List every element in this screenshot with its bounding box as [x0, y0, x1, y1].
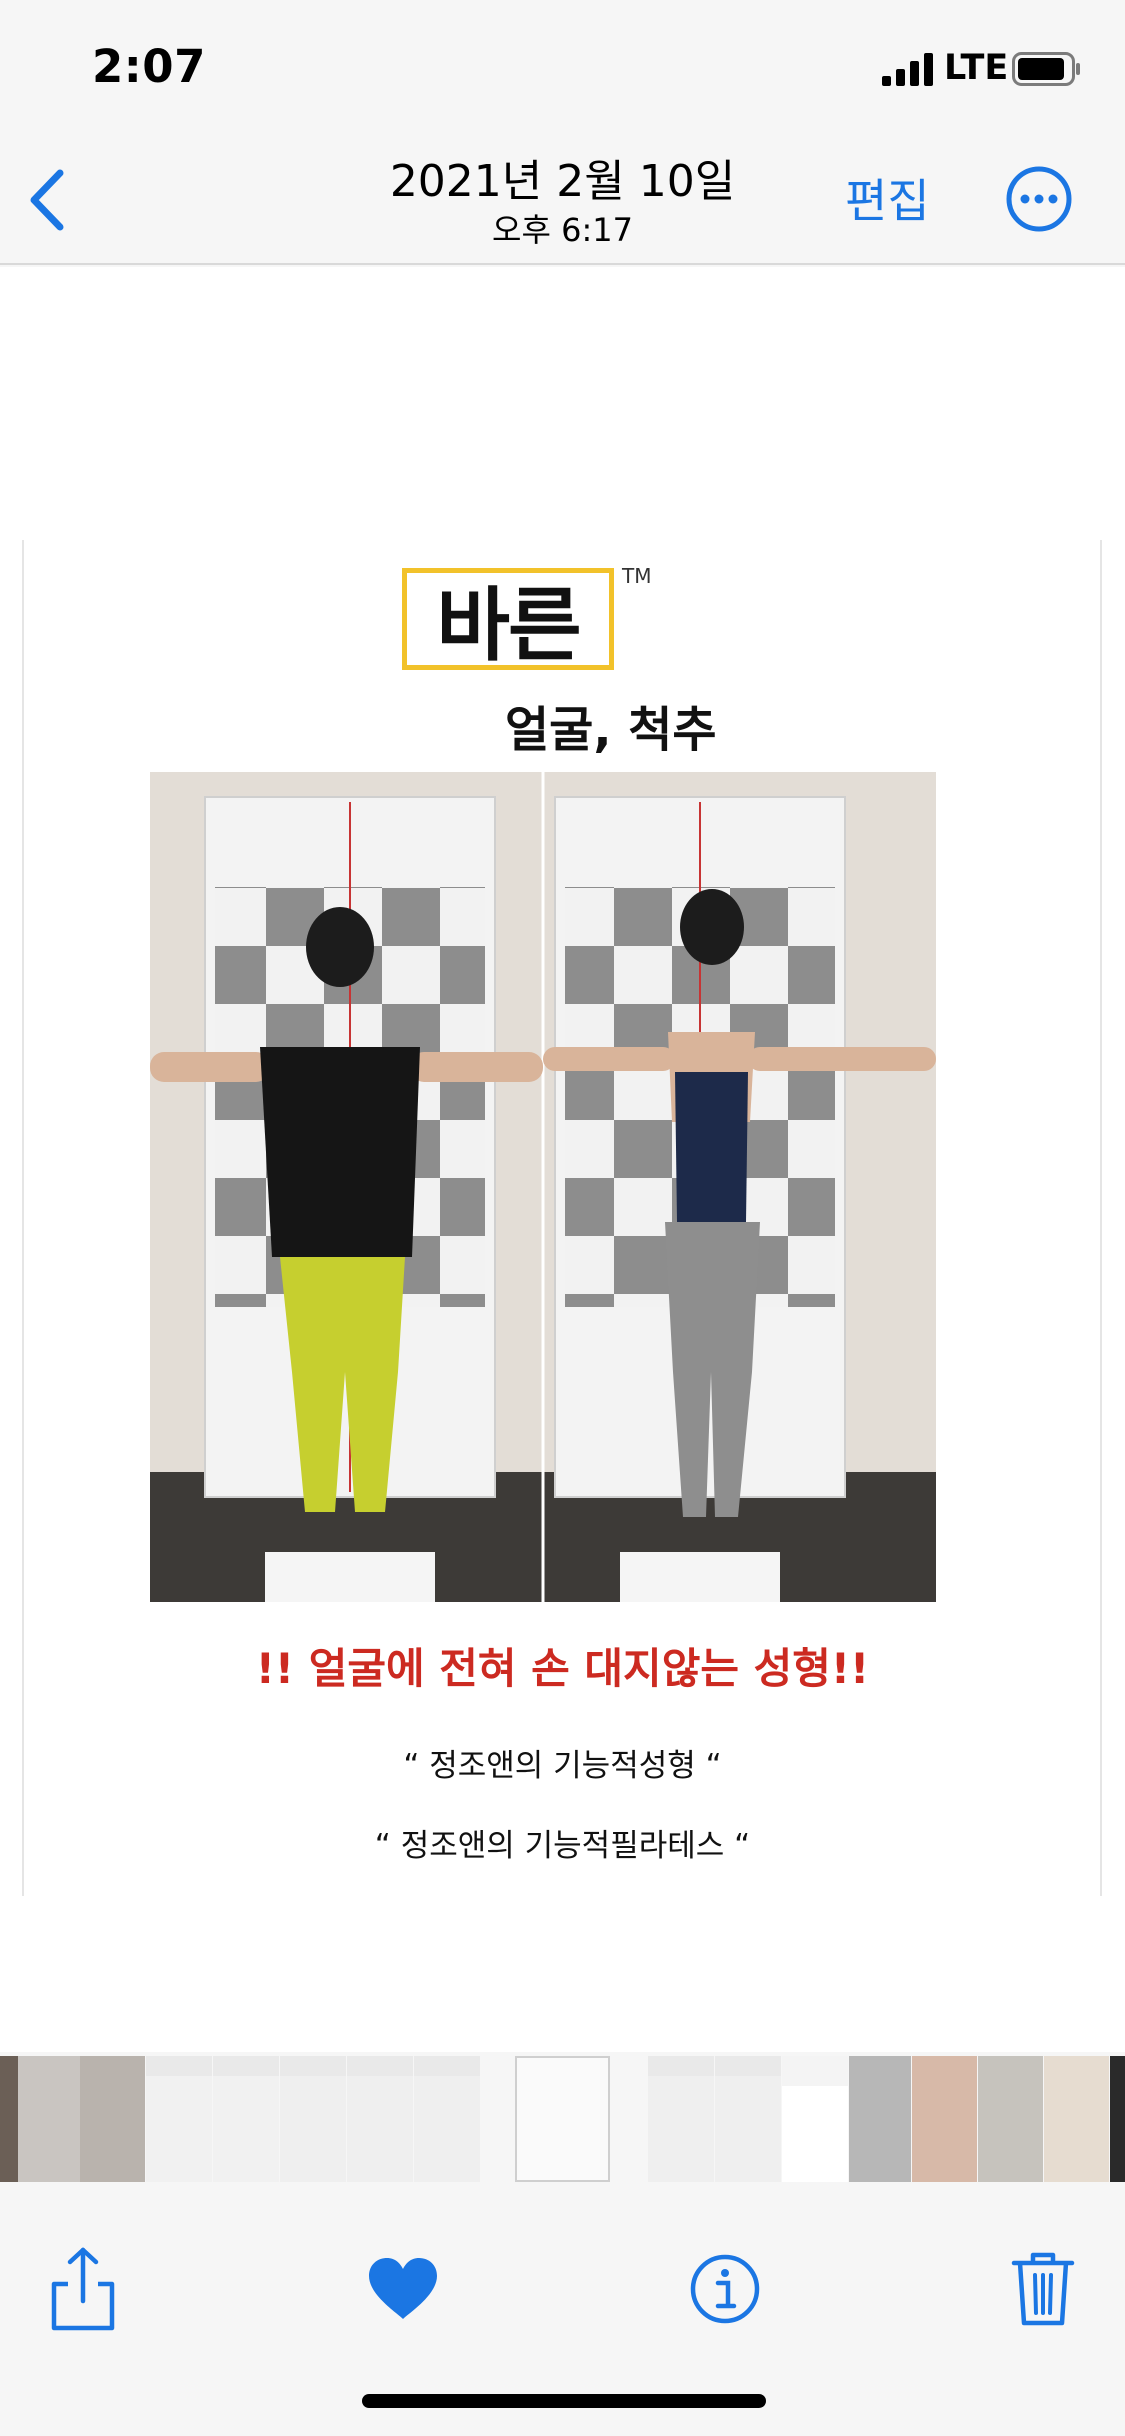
photo-headline: !! 얼굴에 전혀 손 대지않는 성형!! [255, 1644, 870, 1693]
photo-date-title: 2021년 2월 10일 [389, 156, 736, 207]
share-icon [51, 2247, 115, 2331]
photo-viewer-screen: 2:07 LTE 2021년 2월 10일 오후 6:17 편집 바른 TM 얼… [0, 0, 1125, 2436]
logo-subtitle: 얼굴, 척추 [505, 702, 717, 758]
network-label: LTE [944, 48, 1009, 88]
thumbnail[interactable] [648, 2056, 714, 2182]
thumbnail[interactable] [347, 2056, 413, 2182]
trademark-mark: TM [622, 564, 652, 588]
photo-quote-2: “ 정조앤의 기능적필라테스 “ [374, 1828, 751, 1864]
thumbnail[interactable] [782, 2056, 848, 2182]
signal-icon [882, 53, 933, 86]
share-button[interactable] [38, 2244, 128, 2334]
thumbnail[interactable] [414, 2056, 480, 2182]
thumbnail[interactable] [18, 2056, 80, 2182]
before-after-image [150, 772, 936, 1602]
photo-time-subtitle: 오후 6:17 [492, 211, 633, 249]
thumbnail[interactable] [80, 2056, 145, 2182]
more-options-icon[interactable] [1005, 165, 1073, 233]
thumbnail[interactable] [849, 2056, 911, 2182]
thumbnail[interactable] [280, 2056, 346, 2182]
thumbnail[interactable] [1044, 2056, 1109, 2182]
home-indicator[interactable] [362, 2394, 766, 2408]
thumbnail[interactable] [1110, 2056, 1125, 2182]
status-time: 2:07 [92, 40, 206, 93]
photo-quote-1: “ 정조앤의 기능적성형 “ [403, 1748, 722, 1784]
thumbnail[interactable] [146, 2056, 212, 2182]
favorite-button[interactable] [358, 2244, 448, 2334]
before-after-illustration [150, 772, 936, 1602]
delete-button[interactable] [998, 2244, 1088, 2334]
battery-icon [1012, 52, 1080, 86]
navigation-bar: 2021년 2월 10일 오후 6:17 편집 [0, 130, 1125, 265]
heart-icon [369, 2258, 437, 2319]
trash-icon [1011, 2252, 1075, 2326]
thumbnail[interactable] [978, 2056, 1043, 2182]
info-button[interactable] [680, 2244, 770, 2334]
thumbnail[interactable] [715, 2056, 781, 2182]
thumbnail[interactable] [213, 2056, 279, 2182]
logo-text: 바른 [436, 579, 581, 672]
brand-logo: 바른 [402, 568, 614, 672]
thumbnail-filmstrip[interactable] [0, 2054, 1125, 2184]
edit-button[interactable]: 편집 [845, 165, 930, 231]
info-icon [690, 2254, 760, 2324]
thumbnail[interactable] [912, 2056, 977, 2182]
thumbnail-selected[interactable] [515, 2056, 610, 2182]
